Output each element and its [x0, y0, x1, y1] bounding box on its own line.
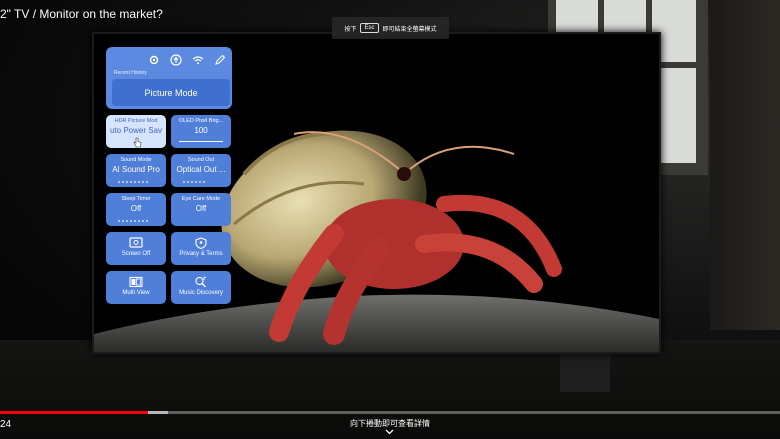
tv-screen: Recent History Picture Mode HDR Picture … — [92, 32, 661, 354]
tv-stand — [560, 352, 610, 392]
swipe-hint[interactable]: 向下捲動即可查看詳情 — [320, 418, 460, 429]
buffer-bar — [148, 411, 168, 414]
eye-care-mode-tile[interactable]: Eye Care Mode Off — [171, 193, 231, 226]
fullscreen-exit-hint: 按下 Esc 即可結束全螢幕模式 — [332, 17, 449, 39]
page-dots — [118, 181, 148, 183]
tv-quick-settings-panel: Recent History Picture Mode HDR Picture … — [103, 47, 233, 309]
tile-value: Optical Out ... — [176, 165, 226, 174]
played-bar — [0, 411, 149, 414]
video-title[interactable]: 2" TV / Monitor on the market? — [0, 7, 163, 21]
multi-view-tile[interactable]: Multi View — [106, 271, 166, 304]
picture-mode-button[interactable]: Picture Mode — [112, 79, 230, 106]
sound-out-tile[interactable]: Sound Out Optical Out ... — [171, 154, 231, 187]
tile-value: 100 — [194, 126, 208, 135]
hint-prefix: 按下 — [344, 26, 357, 33]
hand-cursor-icon — [133, 137, 142, 148]
privacy-terms-tile[interactable]: Privacy & Terms — [171, 232, 231, 265]
tile-value: AI Sound Pro — [112, 165, 160, 174]
chevron-down-icon[interactable] — [385, 429, 394, 435]
tile-title: HDR Picture Mod — [114, 118, 158, 124]
brightness-slider[interactable] — [179, 141, 223, 142]
tile-label: Multi View — [122, 290, 150, 296]
tile-title: Eye Care Mode — [181, 196, 221, 202]
quick-settings-header: Recent History Picture Mode — [106, 47, 232, 109]
tile-title: Sound Out — [187, 157, 215, 163]
background-wall — [710, 0, 780, 330]
multi-view-icon — [129, 276, 143, 288]
privacy-icon — [195, 237, 207, 249]
hdr-picture-mode-tile[interactable]: HDR Picture Mod uto Power Sav — [106, 115, 166, 148]
tile-value: Off — [195, 204, 207, 213]
video-frame: Recent History Picture Mode HDR Picture … — [0, 0, 780, 439]
tile-title: Sound Mode — [120, 157, 152, 163]
page-dots — [183, 181, 205, 183]
header-icon-row — [148, 54, 226, 66]
recent-history-label: Recent History — [114, 70, 147, 76]
tile-value: uto Power Sav — [109, 126, 163, 135]
tile-title: OLED Pixel Brig... — [178, 118, 224, 124]
tile-value: Off — [130, 204, 142, 213]
wifi-icon[interactable] — [192, 54, 204, 66]
esc-key-badge: Esc — [360, 23, 379, 33]
page-dots — [118, 220, 148, 222]
upload-icon[interactable] — [170, 54, 182, 66]
tile-label: Screen Off — [121, 251, 151, 257]
tile-label: Music Discovery — [179, 290, 223, 296]
current-time: 24 — [0, 419, 12, 430]
music-discovery-icon — [195, 276, 207, 288]
video-progress-bar[interactable] — [0, 411, 780, 414]
gear-icon[interactable] — [148, 54, 160, 66]
hint-suffix: 即可結束全螢幕模式 — [382, 26, 437, 33]
tile-label: Privacy & Terms — [179, 251, 223, 257]
music-discovery-tile[interactable]: Music Discovery — [171, 271, 231, 304]
tile-title: Sleep Timer — [121, 196, 151, 202]
screen-off-icon — [129, 237, 143, 248]
edit-icon[interactable] — [214, 54, 226, 66]
sound-mode-tile[interactable]: Sound Mode AI Sound Pro — [106, 154, 166, 187]
oled-pixel-brightness-tile[interactable]: OLED Pixel Brig... 100 — [171, 115, 231, 148]
screen-off-tile[interactable]: Screen Off — [106, 232, 166, 265]
sleep-timer-tile[interactable]: Sleep Timer Off — [106, 193, 166, 226]
